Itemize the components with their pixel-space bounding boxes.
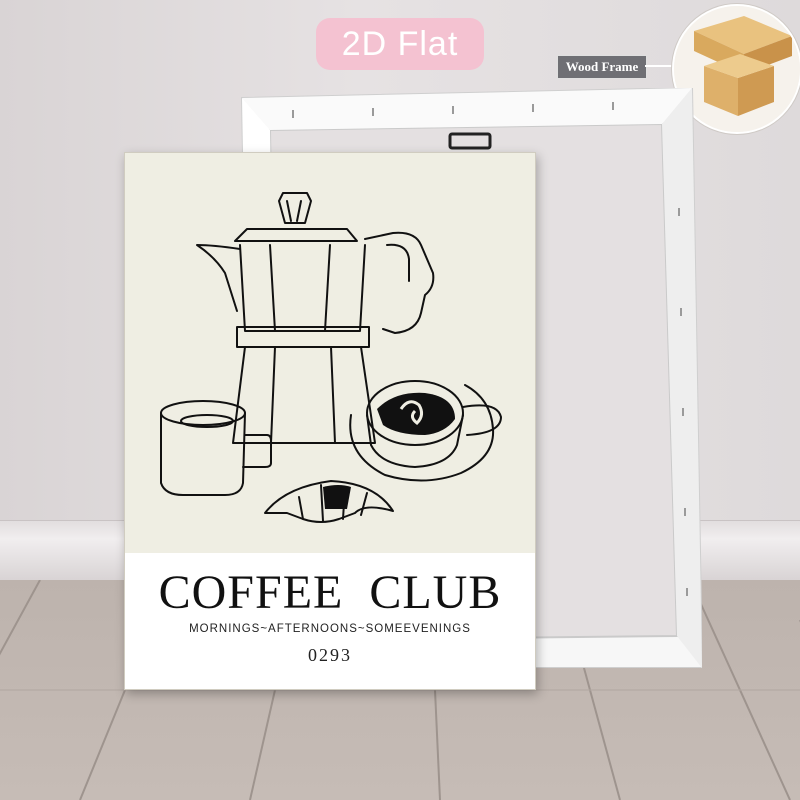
flat-badge: 2D Flat: [316, 18, 484, 70]
poster: COFFEE CLUB MORNINGS~AFTERNOONS~SOMEEVEN…: [124, 152, 536, 690]
wood-frame-label: Wood Frame: [557, 55, 647, 79]
callout-connector: [645, 65, 673, 67]
coffee-line-illustration: [125, 153, 535, 553]
poster-number: 0293: [308, 645, 352, 665]
poster-subtitle: MORNINGS~AFTERNOONS~SOMEEVENINGS: [189, 623, 471, 635]
poster-title: COFFEE CLUB: [158, 566, 502, 619]
poster-caption: COFFEE CLUB MORNINGS~AFTERNOONS~SOMEEVEN…: [125, 553, 535, 689]
